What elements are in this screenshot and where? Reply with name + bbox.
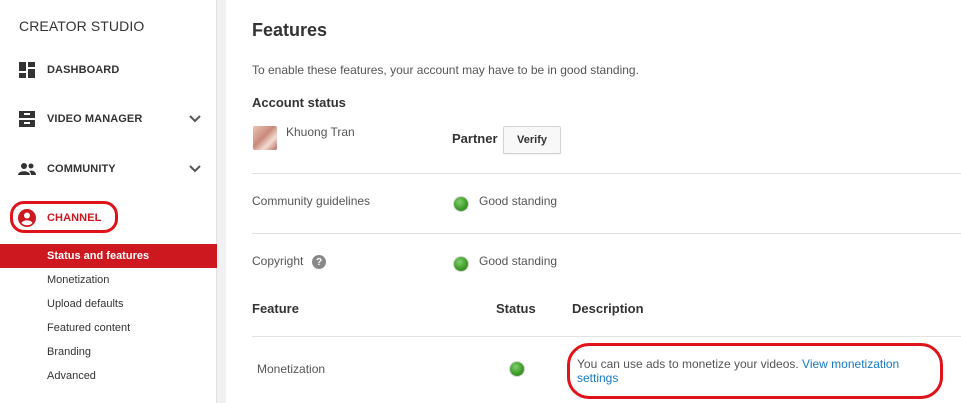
partner-label: Partner xyxy=(452,131,498,146)
divider xyxy=(252,173,961,174)
highlight-annotation xyxy=(10,201,118,233)
intro-text: To enable these features, your account m… xyxy=(252,63,639,77)
video-manager-icon xyxy=(18,110,36,128)
monetization-feature-label: Monetization xyxy=(257,362,326,376)
status-good-icon xyxy=(510,362,524,376)
feature-column-header: Feature xyxy=(252,301,299,316)
community-guidelines-status: Good standing xyxy=(479,194,558,208)
sidebar-subitem-label: Status and features xyxy=(47,250,150,262)
sidebar-subitem-label: Monetization xyxy=(47,274,110,286)
status-good-icon xyxy=(454,197,468,211)
sidebar-item-label: DASHBOARD xyxy=(47,64,120,76)
sidebar-item-dashboard[interactable]: DASHBOARD xyxy=(0,55,217,85)
monetization-description: You can use ads to monetize your videos.… xyxy=(577,357,937,385)
sidebar-item-label: COMMUNITY xyxy=(47,163,116,175)
help-icon[interactable]: ? xyxy=(312,255,326,269)
sidebar-subitem-advanced[interactable]: Advanced xyxy=(0,364,217,388)
dashboard-icon xyxy=(18,61,36,79)
divider xyxy=(252,233,961,234)
sidebar-subitem-upload-defaults[interactable]: Upload defaults xyxy=(0,292,217,316)
sidebar-subitem-featured-content[interactable]: Featured content xyxy=(0,316,217,340)
status-good-icon xyxy=(454,257,468,271)
monetization-description-text: You can use ads to monetize your videos. xyxy=(577,357,799,371)
page-title: Features xyxy=(252,20,328,40)
sidebar-subitem-status-and-features[interactable]: Status and features xyxy=(0,244,217,268)
user-name: Khuong Tran xyxy=(286,125,355,139)
sidebar-item-video-manager[interactable]: VIDEO MANAGER xyxy=(0,104,217,134)
sidebar-subitem-branding[interactable]: Branding xyxy=(0,340,217,364)
sidebar-subitem-label: Advanced xyxy=(47,370,96,382)
chevron-down-icon[interactable] xyxy=(188,112,202,126)
divider xyxy=(252,336,961,337)
sidebar: CREATOR STUDIO DASHBOARD VIDEO MANAGER C… xyxy=(0,0,217,403)
sidebar-subitem-label: Upload defaults xyxy=(47,298,124,310)
description-column-header: Description xyxy=(572,301,644,316)
sidebar-subitem-label: Featured content xyxy=(47,322,131,334)
verify-button[interactable]: Verify xyxy=(503,126,561,154)
sidebar-subitem-label: Branding xyxy=(47,346,92,358)
chevron-down-icon[interactable] xyxy=(188,162,202,176)
status-column-header: Status xyxy=(496,301,536,316)
community-icon xyxy=(18,160,36,178)
studio-title: CREATOR STUDIO xyxy=(19,18,145,34)
avatar xyxy=(253,126,277,150)
main-content: Features To enable these features, your … xyxy=(226,0,961,403)
copyright-label: Copyright xyxy=(252,254,304,268)
sidebar-item-label: VIDEO MANAGER xyxy=(47,113,143,125)
copyright-status: Good standing xyxy=(479,254,558,268)
creator-studio-page: CREATOR STUDIO DASHBOARD VIDEO MANAGER C… xyxy=(0,0,961,403)
sidebar-subitem-monetization[interactable]: Monetization xyxy=(0,268,217,292)
account-status-heading: Account status xyxy=(252,95,346,110)
community-guidelines-label: Community guidelines xyxy=(252,194,371,208)
sidebar-item-community[interactable]: COMMUNITY xyxy=(0,154,217,184)
